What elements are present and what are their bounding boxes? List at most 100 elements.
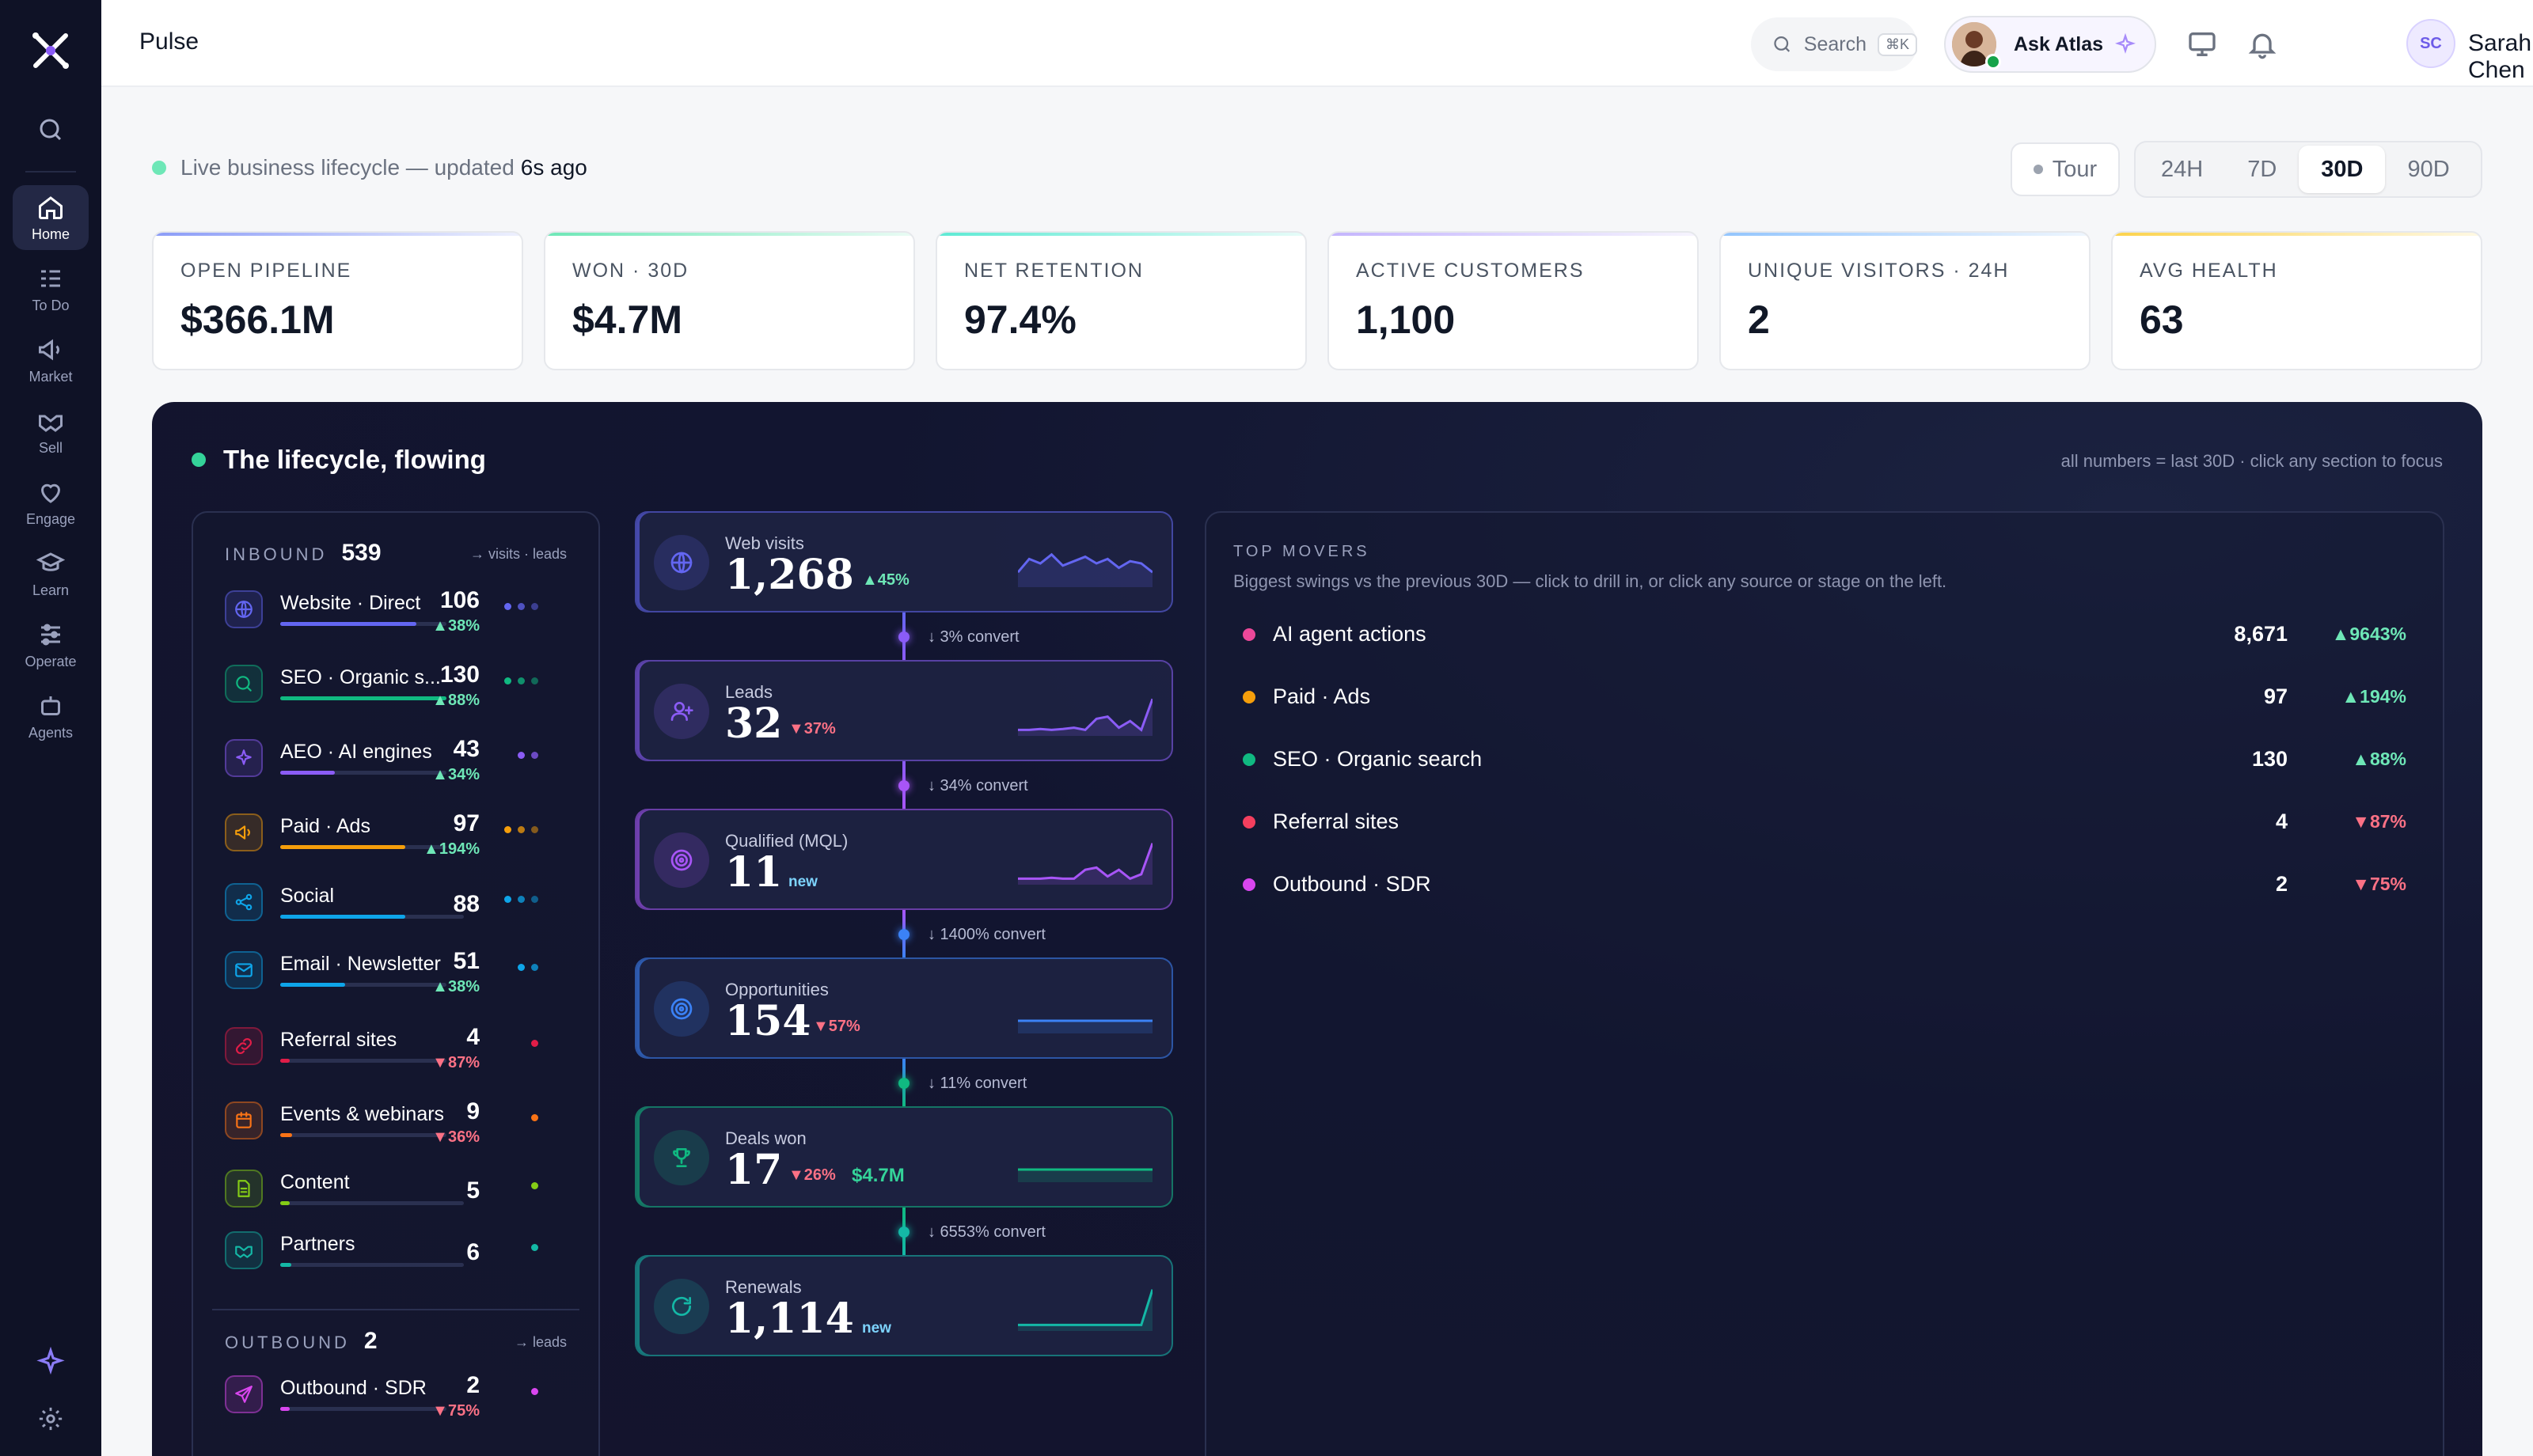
stage-card[interactable]: Deals won 17 ▼26% $4.7M	[635, 1106, 1173, 1208]
sidebar-item-sell[interactable]: Sell	[13, 399, 89, 464]
flow-dot	[531, 1244, 538, 1251]
source-name: Partners	[280, 1233, 355, 1255]
sidebar-item-home[interactable]: Home	[13, 185, 89, 250]
avatar[interactable]: SC	[2406, 19, 2455, 68]
range-30d-button[interactable]: 30D	[2299, 146, 2386, 193]
source-row[interactable]: Website · Direct 106 ▲38%	[225, 587, 573, 643]
source-row[interactable]: Email · Newsletter 51 ▲38%	[225, 948, 573, 1003]
flow-dot	[531, 1182, 538, 1189]
source-delta: ▲88%	[432, 692, 480, 709]
kpi-card[interactable]: AVG HEALTH 63	[2111, 231, 2482, 370]
source-progress-fill	[280, 983, 345, 987]
source-row[interactable]: SEO · Organic s... 130 ▲88%	[225, 662, 573, 717]
lifecycle-note: all numbers = last 30D · click any secti…	[2060, 451, 2443, 471]
stage-delta: ▼26%	[788, 1166, 836, 1184]
sparkle-icon[interactable]	[36, 1347, 66, 1377]
range-7d-button[interactable]: 7D	[2225, 146, 2299, 193]
source-row[interactable]: Events & webinars 9 ▼36%	[225, 1098, 573, 1154]
global-search-button[interactable]: Search ⌘K	[1751, 17, 1917, 71]
monitor-icon[interactable]	[2186, 28, 2218, 60]
kpi-card[interactable]: NET RETENTION 97.4%	[936, 231, 1307, 370]
sidebar-item-learn[interactable]: Learn	[13, 541, 89, 606]
source-name: Social	[280, 885, 335, 907]
source-row[interactable]: Partners 6	[225, 1228, 573, 1283]
mover-row[interactable]: Outbound · SDR 2 ▼75%	[1243, 866, 2406, 905]
stage-card[interactable]: Renewals 1,114 new	[635, 1255, 1173, 1356]
source-progress-track	[280, 622, 446, 626]
kpi-card[interactable]: OPEN PIPELINE $366.1M	[152, 231, 523, 370]
sidebar-item-engage[interactable]: Engage	[13, 470, 89, 535]
kpi-card[interactable]: UNIQUE VISITORS · 24H 2	[1719, 231, 2091, 370]
ask-atlas-label: Ask Atlas	[2014, 32, 2104, 55]
kpi-card[interactable]: WON · 30D $4.7M	[544, 231, 915, 370]
tour-button[interactable]: Tour	[2011, 142, 2120, 196]
source-progress-track	[280, 915, 464, 919]
flow-dot	[531, 826, 538, 833]
megaphone-icon	[39, 339, 59, 360]
bell-icon[interactable]	[2246, 28, 2278, 60]
stage-card[interactable]: Leads 32 ▼37%	[635, 660, 1173, 761]
sparkle-icon	[236, 749, 252, 765]
live-status: Live business lifecycle — updated 6s ago	[152, 155, 587, 180]
source-row[interactable]: Content 5	[225, 1166, 573, 1222]
sparkline-area	[1018, 554, 1153, 587]
mover-row[interactable]: Referral sites 4 ▼87%	[1243, 803, 2406, 843]
app-logo[interactable]	[25, 25, 76, 76]
source-progress-track	[280, 1201, 464, 1205]
document-icon	[237, 1180, 250, 1197]
stage-card[interactable]: Qualified (MQL) 11 new	[635, 809, 1173, 910]
stage-icon-badge	[654, 981, 709, 1037]
tour-label: Tour	[2052, 156, 2098, 182]
source-row[interactable]: Paid · Ads 97 ▲194%	[225, 810, 573, 866]
mover-value: 8,671	[2234, 622, 2288, 646]
flow-dot	[518, 896, 525, 903]
sidebar-divider	[25, 171, 76, 173]
kpi-value: 63	[2140, 298, 2184, 342]
source-row[interactable]: Social 88	[225, 880, 573, 935]
stage-value: 17	[725, 1146, 783, 1194]
sidebar-search-button[interactable]	[25, 104, 76, 155]
page-title: Pulse	[139, 28, 199, 55]
source-icon-tile	[225, 1170, 263, 1208]
search-icon	[236, 676, 252, 692]
gear-icon[interactable]	[37, 1405, 64, 1432]
source-value: 51	[453, 948, 480, 974]
source-progress-track	[280, 696, 446, 700]
top-movers-title: TOP MOVERS	[1233, 543, 1370, 560]
sidebar-item-agents[interactable]: Agents	[13, 684, 89, 749]
conversion-label: ↓ 11% convert	[928, 1075, 1027, 1092]
source-row[interactable]: Outbound · SDR 2 ▼75%	[225, 1372, 573, 1428]
source-progress-fill	[280, 1201, 290, 1205]
flow-dot	[531, 1114, 538, 1121]
mover-row[interactable]: AI agent actions 8,671 ▲9643%	[1243, 616, 2406, 655]
kpi-card[interactable]: ACTIVE CUSTOMERS 1,100	[1327, 231, 1699, 370]
range-24h-button[interactable]: 24H	[2139, 146, 2225, 193]
sliders-icon	[41, 624, 60, 645]
mover-value: 2	[2275, 872, 2288, 896]
sidebar-item-todo[interactable]: To Do	[13, 256, 89, 321]
stage-value: 1,114	[725, 1295, 854, 1343]
source-row[interactable]: Referral sites 4 ▼87%	[225, 1024, 573, 1079]
source-icon-tile	[225, 739, 263, 777]
range-90d-button[interactable]: 90D	[2385, 146, 2471, 193]
kpi-row: OPEN PIPELINE $366.1M WON · 30D $4.7M NET RE…	[152, 231, 2482, 370]
ask-atlas-button[interactable]: Ask Atlas	[1944, 16, 2156, 73]
source-icon-tile	[225, 951, 263, 989]
stage-card[interactable]: Web visits 1,268 ▲45%	[635, 511, 1173, 612]
globe-icon	[235, 601, 253, 618]
stage-card[interactable]: Opportunities 154 ▼57%	[635, 957, 1173, 1059]
user-name[interactable]: Sarah Chen	[2468, 30, 2533, 84]
sidebar-item-operate[interactable]: Operate	[13, 612, 89, 677]
stage-sparkline	[1018, 1168, 1153, 1182]
sidebar-item-market[interactable]: Market	[13, 328, 89, 392]
connector-dot	[898, 1227, 910, 1238]
connector-dot	[898, 780, 910, 791]
mover-row[interactable]: Paid · Ads 97 ▲194%	[1243, 678, 2406, 718]
stage-extra-value: $4.7M	[852, 1165, 905, 1186]
source-icon-tile	[225, 883, 263, 921]
source-row[interactable]: AEO · AI engines 43 ▲34%	[225, 736, 573, 791]
source-value: 43	[453, 736, 480, 762]
lifecycle-header: The lifecycle, flowing	[192, 445, 486, 475]
mover-row[interactable]: SEO · Organic search 130 ▲88%	[1243, 741, 2406, 780]
flow-dot	[531, 896, 538, 903]
